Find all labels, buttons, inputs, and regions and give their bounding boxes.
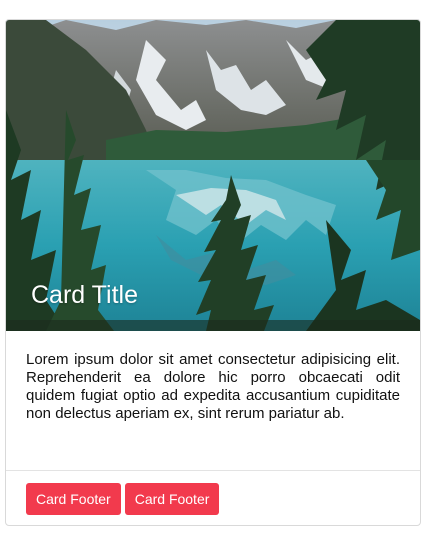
card: Card Title Lorem ipsum dolor sit amet co…: [5, 19, 421, 526]
card-footer: Card Footer Card Footer: [6, 470, 420, 525]
card-image: Card Title: [6, 20, 420, 331]
card-title: Card Title: [31, 281, 138, 309]
card-footer-button-1[interactable]: Card Footer: [26, 483, 121, 515]
card-content: Lorem ipsum dolor sit amet consectetur a…: [6, 331, 420, 470]
card-footer-button-2[interactable]: Card Footer: [124, 483, 220, 515]
card-body-text: Lorem ipsum dolor sit amet consectetur a…: [26, 351, 400, 422]
